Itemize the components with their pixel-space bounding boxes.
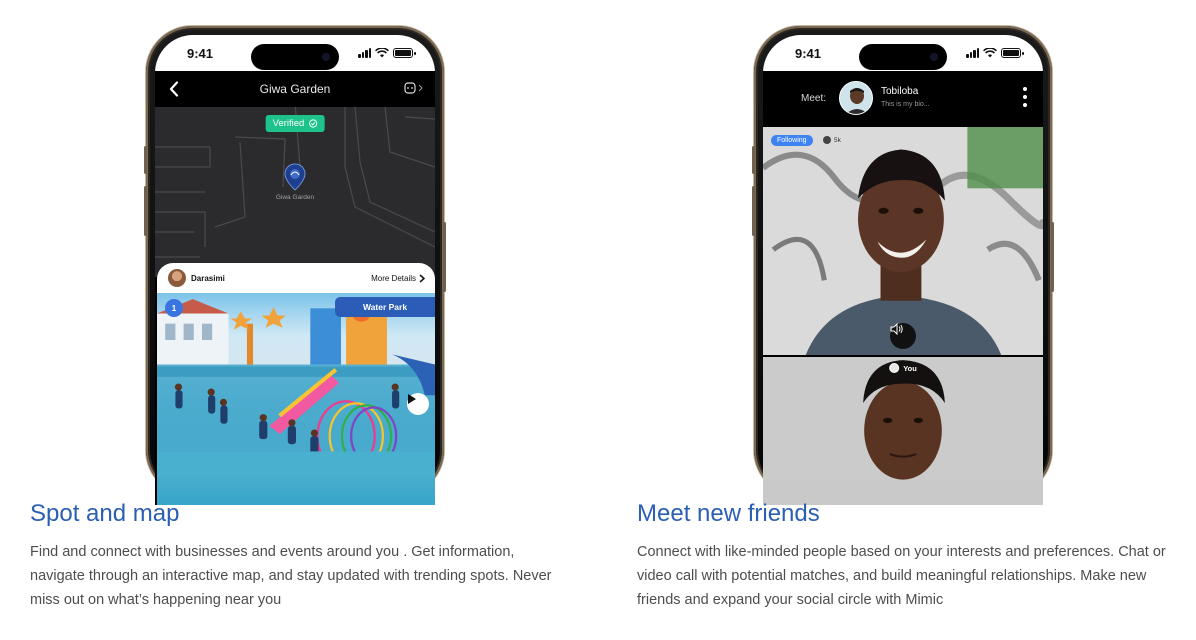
- profile-bio: This is my bio...: [881, 101, 930, 108]
- more-options-icon[interactable]: [1023, 87, 1027, 107]
- poster-info: Darasimi: [168, 269, 225, 287]
- verified-label: Verified: [272, 118, 305, 129]
- chat-icon[interactable]: [404, 82, 423, 94]
- dynamic-island: [251, 44, 339, 70]
- signal-icon: [966, 48, 979, 58]
- status-time: 9:41: [187, 45, 214, 61]
- feature-spot-and-map: Spot and map Find and connect with busin…: [30, 500, 570, 612]
- self-tag: You: [889, 363, 917, 373]
- place-card[interactable]: Darasimi More Details 1 Water Park: [157, 263, 435, 505]
- feature-description: Find and connect with businesses and eve…: [30, 544, 552, 608]
- following-badge[interactable]: Following: [771, 135, 813, 146]
- status-bar: 9:41: [155, 35, 435, 71]
- place-card-header: Darasimi More Details: [157, 263, 435, 293]
- back-arrow-icon[interactable]: [169, 81, 179, 97]
- user-icon: [889, 363, 900, 373]
- poster-name: Darasimi: [191, 273, 225, 283]
- phone-side-button: [443, 222, 446, 292]
- phone-screen: 9:41 Meet: Tobiloba This is my bio... Fo…: [763, 35, 1043, 505]
- feature-description: Connect with like-minded people based on…: [637, 544, 1166, 608]
- play-button[interactable]: [407, 393, 429, 415]
- story-index-badge: 1: [165, 299, 183, 317]
- more-details-link[interactable]: More Details: [371, 274, 425, 283]
- map-view[interactable]: Verified Giwa Garden: [155, 107, 435, 277]
- self-person-video: [763, 357, 1043, 480]
- phone-side-button: [752, 146, 755, 174]
- feature-meet-new-friends: Meet new friends Connect with like-minde…: [637, 500, 1177, 612]
- page-title: Giwa Garden: [259, 82, 331, 96]
- speaker-icon: [890, 323, 903, 335]
- speaker-button[interactable]: [890, 323, 916, 349]
- place-photo: 1 Water Park: [157, 293, 435, 505]
- status-icons: [358, 48, 416, 58]
- water-park-illustration: [157, 299, 435, 477]
- feature-title: Meet new friends: [637, 500, 820, 527]
- phone-mockup-map: 9:41 Giwa Garden Verified Giwa Garden Da…: [144, 26, 446, 505]
- meet-header: Meet: Tobiloba This is my bio...: [763, 71, 1043, 127]
- followers-count: 5k: [834, 136, 841, 144]
- play-icon: [408, 394, 416, 404]
- followers-icon: [823, 136, 831, 144]
- check-circle-icon: [308, 119, 317, 128]
- status-icons: [966, 48, 1024, 58]
- phone-side-button: [752, 186, 755, 236]
- map-pin-icon[interactable]: [284, 163, 306, 191]
- more-details-label: More Details: [371, 273, 416, 283]
- battery-icon: [1001, 48, 1024, 58]
- status-time: 9:41: [795, 45, 822, 61]
- followers-stat: 5k: [823, 136, 841, 144]
- profile-photo: [840, 82, 872, 114]
- place-category-tag: Water Park: [335, 297, 435, 317]
- phone-side-button: [1051, 222, 1054, 292]
- meet-label: Meet:: [801, 93, 827, 104]
- profile-name: Tobiloba: [881, 86, 919, 97]
- feature-title: Spot and map: [30, 500, 180, 527]
- map-roads: [155, 107, 435, 258]
- wifi-icon: [375, 48, 389, 58]
- self-label: You: [903, 363, 917, 373]
- avatar[interactable]: [839, 81, 873, 115]
- phone-side-button: [144, 186, 147, 236]
- battery-icon: [393, 48, 416, 58]
- signal-icon: [358, 48, 371, 58]
- map-pin-label: Giwa Garden: [275, 194, 315, 201]
- self-video-feed: You: [763, 357, 1043, 505]
- chevron-right-icon: [418, 84, 423, 92]
- phone-side-button: [144, 146, 147, 174]
- remote-person-video: [763, 127, 1043, 355]
- wifi-icon: [983, 48, 997, 58]
- phone-mockup-meet: 9:41 Meet: Tobiloba This is my bio... Fo…: [752, 26, 1054, 505]
- chevron-right-icon: [419, 273, 425, 283]
- app-top-bar: Giwa Garden: [155, 71, 435, 107]
- remote-video-feed: Following 5k: [763, 127, 1043, 355]
- avatar: [168, 269, 186, 287]
- verified-badge: Verified: [265, 115, 325, 132]
- dynamic-island: [859, 44, 947, 70]
- phone-screen: 9:41 Giwa Garden Verified Giwa Garden Da…: [155, 35, 435, 505]
- status-bar: 9:41: [763, 35, 1043, 71]
